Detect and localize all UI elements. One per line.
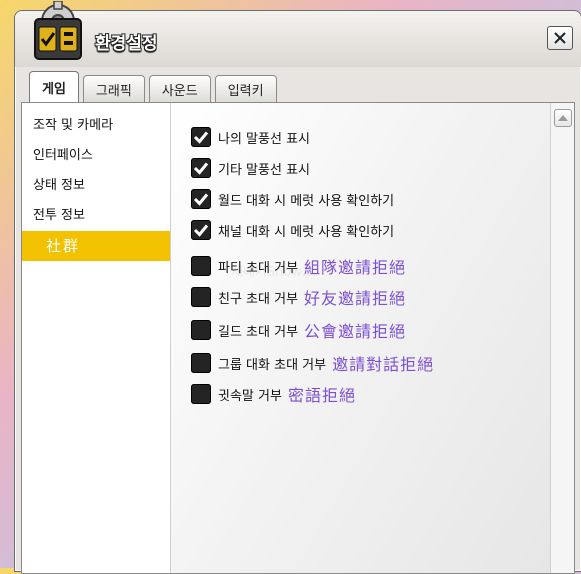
tab-sound[interactable]: 사운드	[148, 75, 211, 102]
checkbox-checked[interactable]	[191, 189, 211, 209]
option-whisper-reject[interactable]: 귓속말 거부 密語拒絕	[191, 382, 356, 406]
option-label: 길드 초대 거부	[218, 324, 299, 340]
settings-content: 조작 및 카메라 인터페이스 상태 정보 전투 정보 社群 새내기Snow2 나…	[21, 102, 575, 574]
option-label: 귓속말 거부	[218, 388, 282, 404]
checkbox-unchecked[interactable]	[191, 320, 211, 340]
option-note: 密語拒絕	[287, 386, 356, 405]
chevron-up-icon	[558, 115, 568, 121]
gear-icon	[27, 0, 89, 65]
option-my-speech-bubble[interactable]: 나의 말풍선 표시	[191, 127, 310, 147]
checkbox-unchecked[interactable]	[191, 353, 211, 373]
title-bar: 환경설정	[15, 0, 581, 67]
checkbox-unchecked[interactable]	[191, 256, 211, 276]
option-label: 친구 초대 거부	[218, 291, 299, 307]
checkbox-checked[interactable]	[191, 158, 211, 178]
option-party-invite-reject[interactable]: 파티 초대 거부 組隊邀請拒絕	[191, 254, 406, 278]
option-label: 월드 대화 시 메럿 사용 확인하기	[218, 193, 395, 209]
check-icon	[193, 193, 209, 206]
option-label: 나의 말풍선 표시	[218, 131, 310, 147]
checkbox-unchecked[interactable]	[191, 287, 211, 307]
sidebar-item-social[interactable]: 社群	[22, 231, 170, 261]
option-friend-invite-reject[interactable]: 친구 초대 거부 好友邀請拒絕	[191, 285, 406, 309]
checkbox-checked[interactable]	[191, 220, 211, 240]
check-icon	[193, 131, 209, 144]
option-guild-invite-reject[interactable]: 길드 초대 거부 公會邀請拒絕	[191, 318, 406, 342]
option-label: 그룹 대화 초대 거부	[218, 357, 327, 373]
option-group-chat-invite-reject[interactable]: 그룹 대화 초대 거부 邀請對話拒絕	[191, 351, 434, 375]
checkbox-unchecked[interactable]	[191, 384, 211, 404]
scroll-up-button[interactable]	[554, 109, 572, 127]
settings-window: 환경설정 게임 그래픽 사운드 입력키 조작 및 카메라 인터페이스 상태 정보…	[14, 0, 581, 574]
sidebar-item-controls-camera[interactable]: 조작 및 카메라	[22, 111, 170, 141]
check-icon	[193, 162, 209, 175]
option-label: 파티 초대 거부	[218, 260, 299, 276]
tab-input-keys[interactable]: 입력키	[214, 75, 277, 102]
option-note: 好友邀請拒絕	[304, 289, 407, 308]
check-icon	[193, 224, 209, 237]
option-label: 채널 대화 시 메럿 사용 확인하기	[218, 224, 395, 240]
sidebar-item-interface[interactable]: 인터페이스	[22, 141, 170, 171]
option-other-speech-bubble[interactable]: 기타 말풍선 표시	[191, 158, 310, 178]
tab-graphics[interactable]: 그래픽	[82, 75, 145, 102]
close-button[interactable]	[547, 26, 573, 50]
option-channel-chat-confirm[interactable]: 채널 대화 시 메럿 사용 확인하기	[191, 220, 394, 240]
option-note: 公會邀請拒絕	[304, 322, 407, 341]
tab-bar: 게임 그래픽 사운드 입력키	[29, 71, 277, 103]
sidebar-item-status-info[interactable]: 상태 정보	[22, 171, 170, 201]
window-title: 환경설정	[95, 34, 158, 54]
option-world-chat-confirm[interactable]: 월드 대화 시 메럿 사용 확인하기	[191, 189, 394, 209]
option-label: 기타 말풍선 표시	[218, 162, 310, 178]
option-note: 組隊邀請拒絕	[304, 258, 407, 277]
scrollbar[interactable]	[550, 103, 574, 573]
options-panel: 새내기Snow2 나의 말풍선 표시 기타 말풍선 표시 월드 대화 시 메럿 …	[171, 103, 551, 573]
close-icon	[554, 32, 566, 44]
sidebar-item-combat-info[interactable]: 전투 정보	[22, 201, 170, 231]
category-sidebar: 조작 및 카메라 인터페이스 상태 정보 전투 정보 社群	[22, 103, 171, 573]
option-note: 邀請對話拒絕	[332, 355, 435, 374]
tab-game[interactable]: 게임	[29, 71, 79, 102]
checkbox-checked[interactable]	[191, 127, 211, 147]
